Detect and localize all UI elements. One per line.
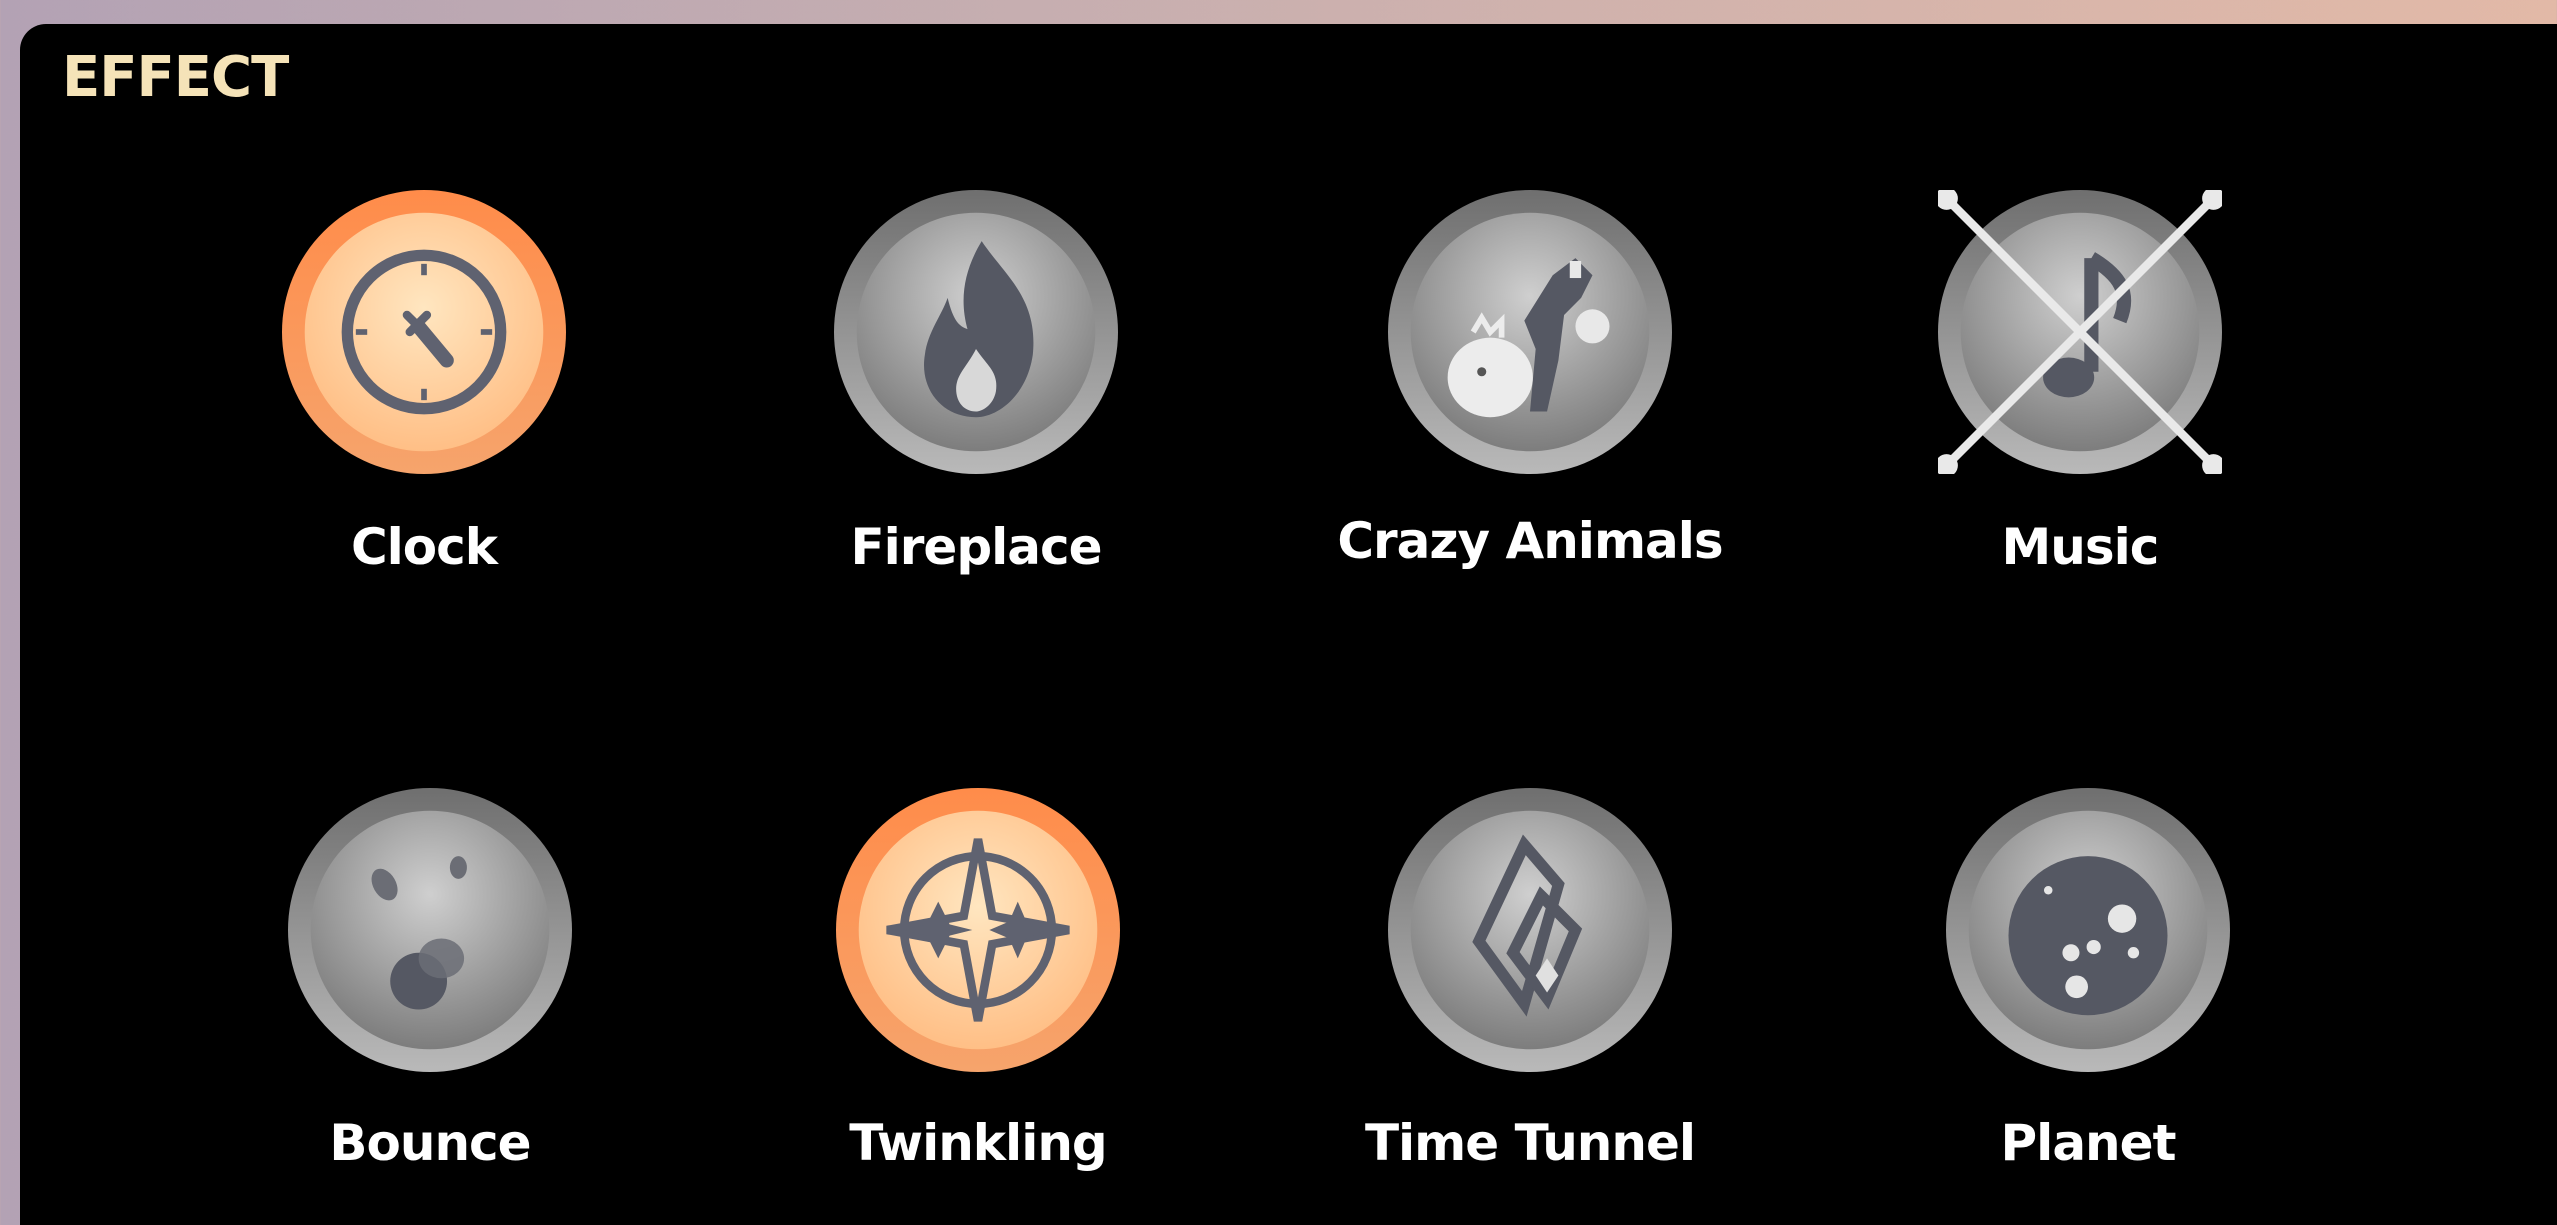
planet-label: Planet [2000, 1114, 2177, 1172]
clock-button[interactable] [282, 190, 566, 474]
fireplace-label: Fireplace [850, 518, 1102, 576]
effect-item-crazy-animals: Crazy Animals [1250, 190, 1810, 590]
crazy-animals-button[interactable] [1388, 190, 1672, 474]
crazy-animals-label: Crazy Animals [1337, 512, 1723, 570]
planet-button[interactable] [1946, 788, 2230, 1072]
panel-title: EFFECT [62, 45, 289, 110]
music-label: Music [2001, 518, 2160, 576]
twinkling-button[interactable] [836, 788, 1120, 1072]
bouncing-ball-icon [288, 788, 572, 1072]
effect-item-clock: Clock [144, 190, 704, 590]
time-tunnel-button[interactable] [1388, 788, 1672, 1072]
bounce-button[interactable] [288, 788, 572, 1072]
effect-item-music: Music [1800, 190, 2360, 590]
effect-item-bounce: Bounce [150, 788, 710, 1188]
effect-item-twinkling: Twinkling [698, 788, 1258, 1188]
effect-item-planet: Planet [1808, 788, 2368, 1188]
sparkle-icon [836, 788, 1120, 1072]
animals-icon [1388, 190, 1672, 474]
effect-item-time-tunnel: Time Tunnel [1250, 788, 1810, 1188]
tunnel-icon [1388, 788, 1672, 1072]
disabled-cross-icon [1938, 190, 2222, 474]
clock-icon [282, 190, 566, 474]
effect-item-fireplace: Fireplace [696, 190, 1256, 590]
time-tunnel-label: Time Tunnel [1364, 1114, 1696, 1172]
clock-label: Clock [350, 518, 498, 576]
planet-icon [1946, 788, 2230, 1072]
bounce-label: Bounce [329, 1114, 531, 1172]
fireplace-button[interactable] [834, 190, 1118, 474]
twinkling-label: Twinkling [849, 1114, 1107, 1172]
flame-icon [834, 190, 1118, 474]
